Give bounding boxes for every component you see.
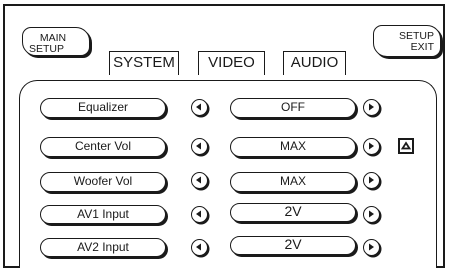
arrow-right-icon: [369, 103, 374, 111]
tab-system[interactable]: SYSTEM: [109, 51, 179, 75]
arrow-left-icon: [196, 210, 201, 218]
left-arrow-button-av1-input[interactable]: [191, 206, 208, 223]
arrow-right-icon: [369, 243, 374, 251]
arrow-left-icon: [196, 142, 201, 150]
setting-label-equalizer: Equalizer: [40, 98, 166, 118]
tab-audio[interactable]: AUDIO: [283, 51, 346, 75]
triangle-up-icon: [400, 141, 412, 150]
setting-value-av2-input: 2V: [230, 236, 356, 255]
setting-label-av1-input: AV1 Input: [40, 205, 166, 224]
setup-exit-line2: EXIT: [410, 41, 434, 53]
arrow-left-icon: [196, 176, 201, 184]
setup-exit-button[interactable]: SETUP EXIT: [373, 25, 441, 57]
main-setup-line2: SETUP: [29, 43, 65, 55]
setting-label-center-vol: Center Vol: [40, 137, 166, 157]
tab-video[interactable]: VIDEO: [198, 51, 265, 75]
arrow-left-icon: [196, 243, 201, 251]
right-arrow-button-av2-input[interactable]: [363, 239, 380, 256]
right-arrow-button-equalizer[interactable]: [363, 99, 380, 116]
setting-value-center-vol: MAX: [230, 137, 356, 157]
left-arrow-button-center-vol[interactable]: [191, 138, 208, 155]
setting-value-av1-input: 2V: [230, 203, 356, 222]
right-arrow-button-woofer-vol[interactable]: [363, 172, 380, 189]
setting-value-equalizer: OFF: [230, 98, 356, 118]
left-arrow-button-equalizer[interactable]: [191, 99, 208, 116]
right-arrow-button-av1-input[interactable]: [363, 206, 380, 223]
left-arrow-button-av2-input[interactable]: [191, 239, 208, 256]
setting-label-av2-input: AV2 Input: [40, 238, 166, 257]
arrow-right-icon: [369, 210, 374, 218]
main-setup-button[interactable]: MAIN SETUP: [22, 27, 90, 56]
scroll-up-button[interactable]: [398, 138, 414, 154]
arrow-left-icon: [196, 103, 201, 111]
arrow-right-icon: [369, 142, 374, 150]
setting-label-woofer-vol: Woofer Vol: [40, 172, 166, 192]
setting-value-woofer-vol: MAX: [230, 172, 356, 192]
right-arrow-button-center-vol[interactable]: [363, 138, 380, 155]
left-arrow-button-woofer-vol[interactable]: [191, 172, 208, 189]
arrow-right-icon: [369, 176, 374, 184]
